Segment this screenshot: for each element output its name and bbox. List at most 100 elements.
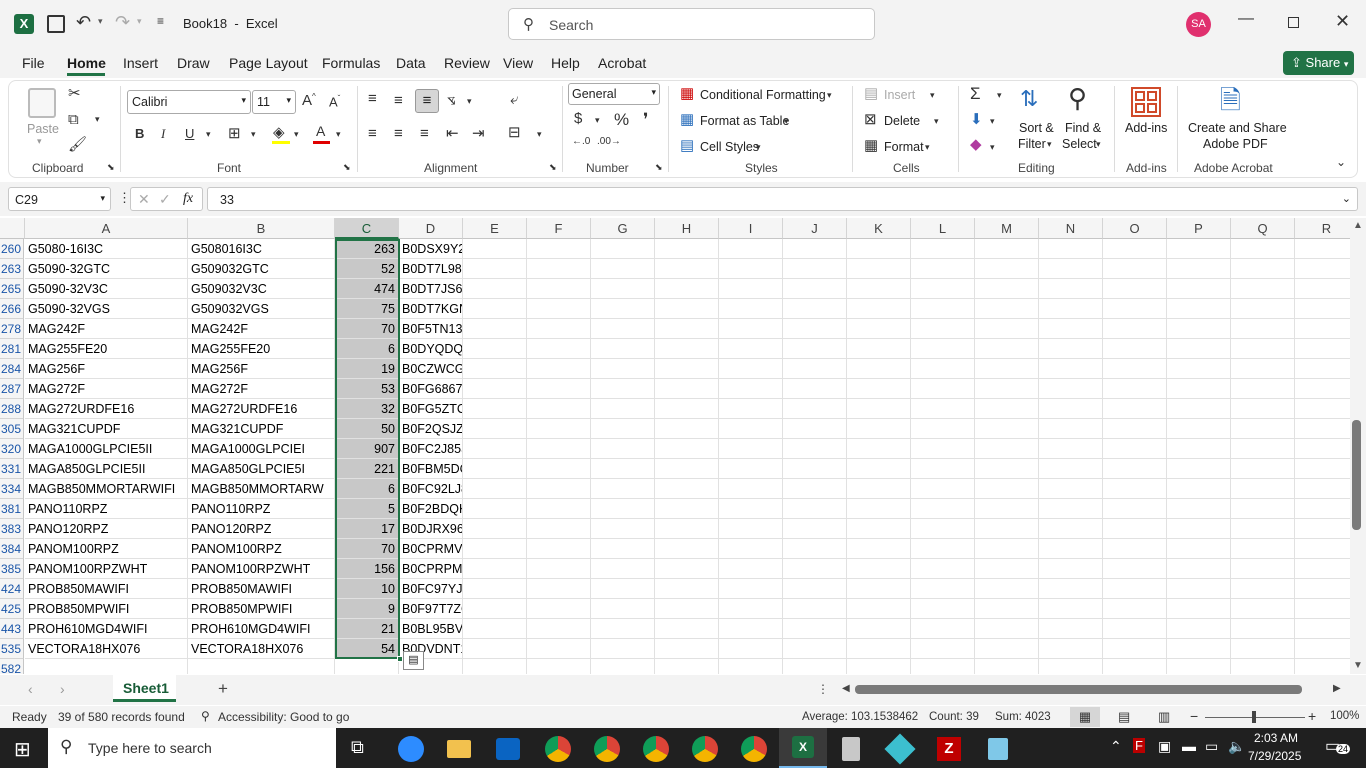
empty-cell[interactable] <box>463 319 527 339</box>
empty-cell[interactable] <box>847 339 911 359</box>
taskbar-excel-icon[interactable]: X <box>779 728 827 768</box>
empty-cell[interactable] <box>847 439 911 459</box>
empty-cell[interactable] <box>783 619 847 639</box>
underline-icon[interactable]: U <box>185 127 194 140</box>
cut-icon[interactable]: ✂ <box>68 86 81 101</box>
empty-cell[interactable] <box>463 579 527 599</box>
empty-cell[interactable] <box>1039 379 1103 399</box>
autosum-dropdown-icon[interactable]: ▾ <box>997 91 1002 100</box>
empty-cell[interactable] <box>1167 619 1231 639</box>
empty-cell[interactable] <box>1167 499 1231 519</box>
empty-cell[interactable] <box>1167 659 1231 674</box>
empty-cell[interactable] <box>1231 299 1295 319</box>
empty-cell[interactable] <box>975 439 1039 459</box>
empty-cell[interactable] <box>463 559 527 579</box>
empty-cell[interactable] <box>1039 339 1103 359</box>
prev-sheet-icon[interactable]: ‹ <box>28 681 33 697</box>
empty-cell[interactable] <box>1295 659 1350 674</box>
tab-draw[interactable]: Draw <box>177 55 210 71</box>
empty-cell[interactable] <box>1039 479 1103 499</box>
scroll-down-icon[interactable]: ▼ <box>1353 660 1363 671</box>
empty-cell[interactable] <box>463 619 527 639</box>
column-header-e[interactable]: E <box>463 218 527 239</box>
empty-cell[interactable] <box>1103 619 1167 639</box>
empty-cell[interactable] <box>655 479 719 499</box>
align-middle-icon[interactable]: ≡ <box>394 93 403 108</box>
empty-cell[interactable] <box>527 579 591 599</box>
empty-cell[interactable] <box>591 279 655 299</box>
minimize-button[interactable]: — <box>1238 10 1254 28</box>
empty-cell[interactable] <box>719 399 783 419</box>
empty-cell[interactable] <box>463 539 527 559</box>
empty-cell[interactable] <box>655 339 719 359</box>
empty-cell[interactable] <box>719 619 783 639</box>
customize-toolbar-icon[interactable]: ≡ <box>157 14 164 28</box>
cell-b-535[interactable]: VECTORA18HX076 <box>188 639 335 659</box>
empty-cell[interactable] <box>911 639 975 659</box>
format-cells-icon[interactable]: ▦ <box>864 138 878 153</box>
cell-b-425[interactable]: PROB850MPWIFI <box>188 599 335 619</box>
cell-b-381[interactable]: PANO110RPZ <box>188 499 335 519</box>
empty-cell[interactable] <box>911 499 975 519</box>
column-header-g[interactable]: G <box>591 218 655 239</box>
column-header-m[interactable]: M <box>975 218 1039 239</box>
empty-cell[interactable] <box>783 659 847 674</box>
empty-cell[interactable] <box>719 419 783 439</box>
empty-cell[interactable] <box>591 539 655 559</box>
tray-battery-icon[interactable]: ▬ <box>1182 738 1196 754</box>
empty-cell[interactable] <box>719 659 783 674</box>
cell-d-385[interactable]: B0CPRPMG8D <box>399 559 463 579</box>
empty-cell[interactable] <box>975 399 1039 419</box>
empty-cell[interactable] <box>463 279 527 299</box>
empty-cell[interactable] <box>1103 559 1167 579</box>
empty-cell[interactable] <box>1295 299 1350 319</box>
create-share-pdf-label[interactable]: Create and Share <box>1188 121 1287 135</box>
close-button[interactable]: ✕ <box>1335 11 1350 32</box>
cell-b-443[interactable]: PROH610MGD4WIFI <box>188 619 335 639</box>
empty-cell[interactable] <box>719 599 783 619</box>
empty-cell[interactable] <box>1295 539 1350 559</box>
empty-cell[interactable] <box>1167 379 1231 399</box>
empty-cell[interactable] <box>911 299 975 319</box>
empty-cell[interactable] <box>1039 499 1103 519</box>
cell-b-284[interactable]: MAG256F <box>188 359 335 379</box>
borders-icon[interactable]: ⊞ <box>228 126 241 141</box>
insert-function-icon[interactable]: fx <box>183 191 193 207</box>
orientation-icon[interactable]: ⦪ <box>447 92 455 107</box>
font-color-icon[interactable]: A <box>316 124 325 138</box>
cell-a-424[interactable]: PROB850MAWIFI <box>25 579 188 599</box>
cell-c-278[interactable]: 70 <box>335 319 399 339</box>
empty-cell[interactable] <box>911 319 975 339</box>
windows-start-icon[interactable]: ⊞ <box>14 737 31 762</box>
empty-cell[interactable] <box>911 239 975 259</box>
cell-c-288[interactable]: 32 <box>335 399 399 419</box>
row-header[interactable]: 425 <box>0 599 24 619</box>
empty-cell[interactable] <box>1167 559 1231 579</box>
empty-cell[interactable] <box>1167 519 1231 539</box>
delete-cells-icon[interactable]: ⊠ <box>864 112 877 127</box>
cell-b-305[interactable]: MAG321CUPDF <box>188 419 335 439</box>
empty-cell[interactable] <box>1039 599 1103 619</box>
empty-cell[interactable] <box>847 599 911 619</box>
empty-cell[interactable] <box>847 319 911 339</box>
cell-styles-button[interactable]: Cell Styles <box>700 140 759 154</box>
empty-cell[interactable] <box>1103 339 1167 359</box>
align-left-icon[interactable]: ≡ <box>368 126 377 141</box>
empty-cell[interactable] <box>911 439 975 459</box>
empty-cell[interactable] <box>847 639 911 659</box>
empty-cell[interactable] <box>1231 539 1295 559</box>
empty-cell[interactable] <box>719 319 783 339</box>
cell-b-263[interactable]: G509032GTC <box>188 259 335 279</box>
percent-icon[interactable]: % <box>614 111 629 128</box>
cell-a-443[interactable]: PROH610MGD4WIFI <box>25 619 188 639</box>
empty-cell[interactable] <box>591 439 655 459</box>
empty-cell[interactable] <box>1103 259 1167 279</box>
underline-dropdown-icon[interactable]: ▾ <box>206 130 211 139</box>
insert-cells-icon[interactable]: ▤ <box>864 86 878 101</box>
row-header[interactable]: 383 <box>0 519 24 539</box>
empty-cell[interactable] <box>975 419 1039 439</box>
empty-cell[interactable] <box>783 379 847 399</box>
search-box[interactable]: ⚲ Search <box>508 8 875 40</box>
row-header[interactable]: 263 <box>0 259 24 279</box>
empty-cell[interactable] <box>783 579 847 599</box>
